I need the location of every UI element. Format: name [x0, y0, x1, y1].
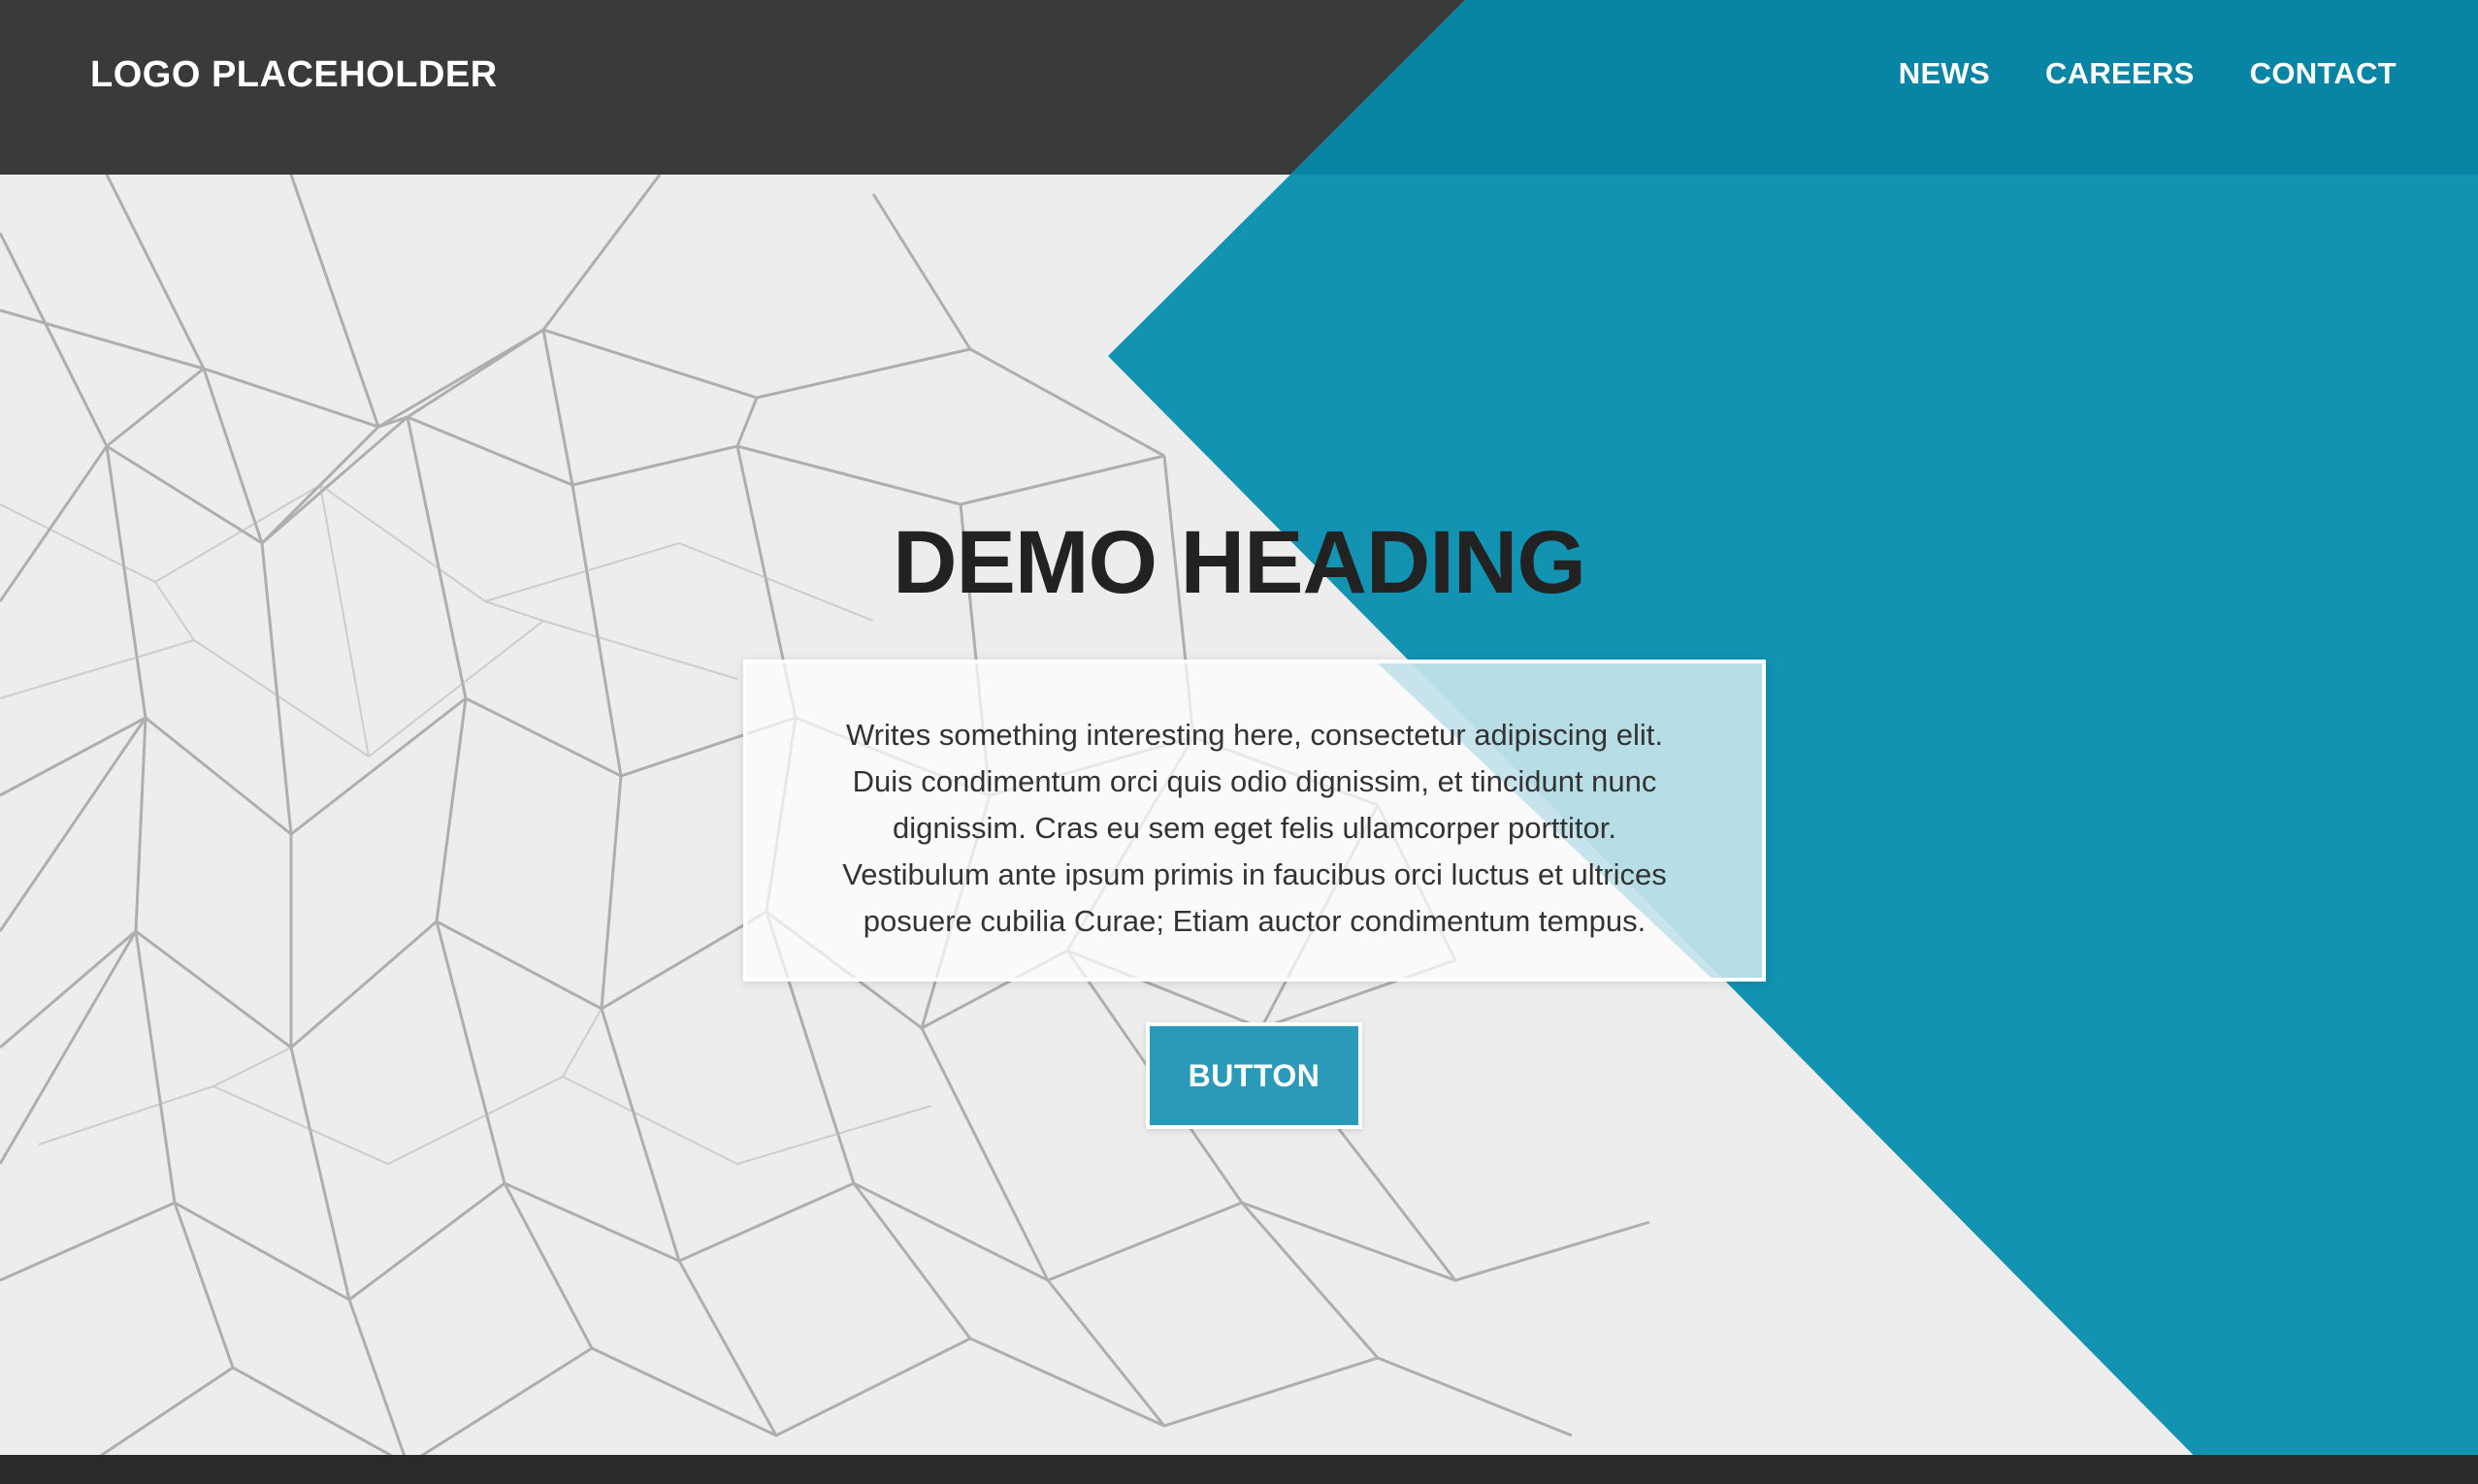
- hero-body-line: Duis condimentum orci quis odio dignissi…: [852, 764, 1657, 798]
- hero-text-box: Writes something interesting here, conse…: [743, 660, 1766, 982]
- landing-page: LOGO PLACEHOLDER NEWS CAREERS CONTACT DE…: [0, 0, 2478, 1484]
- hero-body-line: posuere cubilia Curae; Etiam auctor cond…: [863, 904, 1647, 938]
- site-logo[interactable]: LOGO PLACEHOLDER: [90, 54, 498, 96]
- hero-heading: DEMO HEADING: [893, 513, 1586, 612]
- hero-body-line: Vestibulum ante ipsum primis in faucibus…: [842, 857, 1667, 891]
- hero-body-text: Writes something interesting here, conse…: [747, 663, 1762, 945]
- main-nav: NEWS CAREERS CONTACT: [1899, 56, 2396, 91]
- footer-strip: [0, 1455, 2478, 1484]
- site-header: LOGO PLACEHOLDER NEWS CAREERS CONTACT: [0, 0, 2478, 175]
- hero-body-line: dignissim. Cras eu sem eget felis ullamc…: [892, 811, 1616, 845]
- nav-item-careers[interactable]: CAREERS: [2045, 56, 2195, 91]
- nav-item-contact[interactable]: CONTACT: [2250, 56, 2396, 91]
- hero-cta-button[interactable]: BUTTON: [1146, 1022, 1362, 1129]
- hero-body-line: Writes something interesting here, conse…: [845, 718, 1663, 752]
- nav-item-news[interactable]: NEWS: [1899, 56, 1990, 91]
